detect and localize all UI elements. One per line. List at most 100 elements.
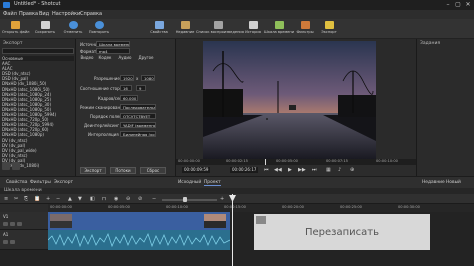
menu-edit[interactable]: Правка xyxy=(19,11,38,17)
timeline-playhead[interactable] xyxy=(232,194,233,266)
tab-video[interactable]: Видео xyxy=(80,55,94,61)
scan-mode-select[interactable]: Последовательный xyxy=(120,104,156,110)
timeline-label: Шкала времени xyxy=(264,30,295,34)
ripple-all-icon[interactable]: ⊘ xyxy=(138,196,142,202)
timeline-button[interactable]: Шкала времени xyxy=(264,21,294,38)
resolution-height-field[interactable]: 1080 xyxy=(141,75,155,81)
video-clip[interactable] xyxy=(48,212,230,230)
mute-icon[interactable] xyxy=(3,240,8,244)
timeline-tick: 00:00:25:00 xyxy=(340,205,362,209)
zoom-icon[interactable]: ⊕ xyxy=(350,167,354,173)
lift-icon[interactable]: ▲ xyxy=(68,196,72,202)
audio-clip[interactable] xyxy=(48,230,230,250)
reset-button[interactable]: Сброс xyxy=(140,167,166,174)
tab-recent[interactable]: Недавние xyxy=(422,180,445,185)
tab-export[interactable]: Экспорт xyxy=(54,180,73,185)
export-file-button[interactable]: Экспорт xyxy=(80,167,106,174)
dock-tabs: Свойства Фильтры Экспорт Исходный Проект… xyxy=(0,176,474,188)
timeline-tracks: V1 A1 Перезаписать xyxy=(0,212,474,266)
save-button[interactable]: Сохранить xyxy=(32,21,58,38)
tab-new[interactable]: Новый xyxy=(446,180,461,185)
interpolation-select[interactable]: Билинейная (хорошая) xyxy=(120,131,156,137)
menu-file[interactable]: Файл xyxy=(3,11,17,17)
menu-help[interactable]: Справка xyxy=(80,11,102,17)
current-timecode[interactable]: 00:00:09:59 xyxy=(182,167,211,173)
deinterlace-select[interactable]: YADIF (временной т...) xyxy=(120,122,156,128)
tab-audio[interactable]: Аудио xyxy=(118,55,132,61)
audio-track-header: A1 xyxy=(0,230,48,250)
menu-view[interactable]: Вид xyxy=(39,11,49,17)
export-presets-panel: Экспорт Основные AAC ALAC DSD (dv_ntsc) DSD … xyxy=(0,39,76,176)
menu-bar: Файл Правка Вид Настройки Справка xyxy=(0,10,474,19)
zoom-slider[interactable] xyxy=(162,199,217,201)
copy-icon[interactable]: ⎘ xyxy=(24,196,28,202)
ripple-icon[interactable]: ⊖ xyxy=(126,196,130,202)
snap-icon[interactable]: ⊓ xyxy=(102,196,106,202)
minimize-button[interactable]: – xyxy=(444,1,452,8)
video-frame[interactable] xyxy=(203,41,376,159)
timeline-ruler[interactable]: 00:00:00:00 00:00:05:00 00:00:10:00 00:0… xyxy=(48,204,474,212)
open-file-button[interactable]: Открыть файл xyxy=(2,21,29,38)
folder-icon xyxy=(10,21,20,29)
skip-forward-icon[interactable]: ⏭ xyxy=(312,167,317,173)
tab-codec[interactable]: Кодек xyxy=(98,55,112,61)
volume-icon[interactable]: ♪ xyxy=(338,167,341,173)
fps-field[interactable]: 60,000 xyxy=(120,95,138,101)
scrub-icon[interactable]: ◉ xyxy=(114,196,118,202)
preset-search-input[interactable] xyxy=(2,48,74,54)
tab-filters[interactable]: Фильтры xyxy=(30,180,51,185)
history-button[interactable]: История xyxy=(240,21,266,38)
maximize-button[interactable]: ▢ xyxy=(454,1,462,8)
fast-forward-icon[interactable]: ▶▶ xyxy=(298,167,306,173)
aspect-height-field[interactable]: 9 xyxy=(136,85,146,91)
zoom-out-icon[interactable]: − xyxy=(152,196,156,202)
zoom-in-icon[interactable]: + xyxy=(220,196,224,202)
preset-list: Основные AAC ALAC DSD (dv_ntsc) DSD (dv_pal)… xyxy=(2,56,74,168)
menu-icon[interactable]: ≡ xyxy=(4,196,8,202)
from-select[interactable]: Шкала времени xyxy=(96,41,130,47)
duration-timecode: 00:00:26:17 xyxy=(230,167,259,173)
tab-properties[interactable]: Свойства xyxy=(6,180,27,185)
paste-icon[interactable]: 📋 xyxy=(34,196,40,202)
tab-other[interactable]: Другое xyxy=(138,55,154,61)
resolution-separator: x xyxy=(136,76,139,81)
redo-button[interactable]: Повторить xyxy=(86,21,112,38)
mute-icon[interactable] xyxy=(3,222,8,226)
export-button[interactable]: Экспорт xyxy=(316,21,342,38)
ruler-tick: 00:00:02:15 xyxy=(226,159,248,163)
stream-button[interactable]: Потоки xyxy=(110,167,136,174)
menu-settings[interactable]: Настройки xyxy=(52,11,80,17)
tab-project[interactable]: Проект xyxy=(204,180,221,186)
undo-button[interactable]: Отменить xyxy=(60,21,86,38)
aspect-width-field[interactable]: 16 xyxy=(120,85,132,91)
tab-source[interactable]: Исходный xyxy=(178,180,201,185)
shotcut-app-icon xyxy=(3,2,10,8)
properties-button[interactable]: Свойства xyxy=(146,21,172,38)
format-select[interactable]: mp4 xyxy=(96,48,130,54)
timeline-tick: 00:00:15:00 xyxy=(224,205,246,209)
overwrite-icon[interactable]: ▼ xyxy=(78,196,82,202)
title-clip[interactable]: Перезаписать xyxy=(254,214,430,250)
grid-icon[interactable]: ▦ xyxy=(326,167,331,173)
aspect-label: Соотношение сторон xyxy=(80,86,125,91)
remove-icon[interactable]: − xyxy=(56,196,60,202)
zoom-slider-handle[interactable] xyxy=(183,197,187,202)
lock-icon[interactable] xyxy=(10,240,15,244)
rewind-icon[interactable]: ◀◀ xyxy=(274,167,282,173)
cut-icon[interactable]: ✂ xyxy=(14,196,18,202)
hide-icon[interactable] xyxy=(10,222,15,226)
close-button[interactable]: ✕ xyxy=(464,1,472,8)
split-icon[interactable]: ◧ xyxy=(90,196,95,202)
playlist-button[interactable]: Список воспроизведения xyxy=(196,21,244,38)
resolution-width-field[interactable]: 1920 xyxy=(120,75,134,81)
lock-icon[interactable] xyxy=(17,222,22,226)
field-order-select[interactable]: ОТСУТСТВУЕТ xyxy=(120,113,156,119)
remove-preset-icon[interactable] xyxy=(12,162,20,170)
add-preset-icon[interactable] xyxy=(2,162,10,170)
skip-back-icon[interactable]: ⏮ xyxy=(264,167,269,173)
ruler-tick: 00:00:10:00 xyxy=(376,159,398,163)
add-icon[interactable]: + xyxy=(46,196,50,202)
play-icon[interactable]: ▶ xyxy=(288,167,292,173)
recent-button[interactable]: Недавние xyxy=(172,21,198,38)
filters-button[interactable]: Фильтры xyxy=(292,21,318,38)
